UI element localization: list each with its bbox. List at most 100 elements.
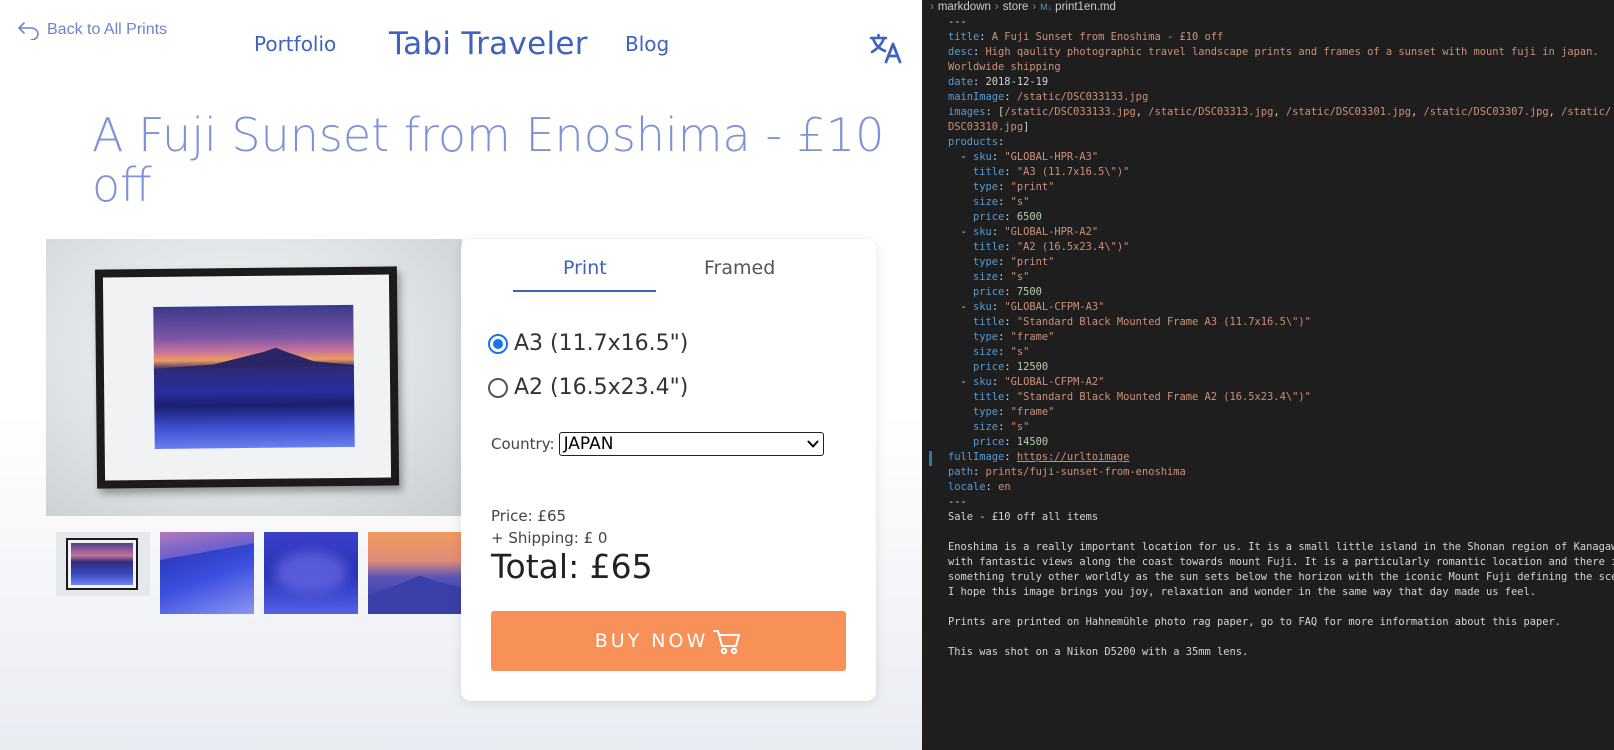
country-select[interactable]: JAPAN: [558, 432, 824, 456]
code-line[interactable]: mainImage: /static/DSC033133.jpg: [948, 90, 1610, 105]
code-line[interactable]: - sku: "GLOBAL-CFPM-A3": [948, 300, 1610, 315]
code-line[interactable]: I hope this image brings you joy, relaxa…: [948, 585, 1610, 600]
code-line[interactable]: [948, 600, 1610, 615]
code-token: "print": [1010, 256, 1055, 268]
code-line[interactable]: - sku: "GLOBAL-HPR-A2": [948, 225, 1610, 240]
code-token: 7500: [1016, 286, 1042, 298]
country-value: JAPAN: [563, 434, 614, 454]
thumbnail-1[interactable]: [56, 532, 150, 596]
code-editor[interactable]: › markdown › store › M↓ print1en.md --- t…: [922, 0, 1614, 750]
code-line[interactable]: size: "s": [948, 195, 1610, 210]
code-line[interactable]: size: "s": [948, 345, 1610, 360]
code-line[interactable]: title: "Standard Black Mounted Frame A2 …: [948, 390, 1610, 405]
thumbnail-2[interactable]: [160, 532, 254, 614]
code-token: fullImage: [948, 451, 1005, 463]
code-line[interactable]: desc: High qaulity photographic travel l…: [948, 45, 1610, 60]
code-token: "s": [1010, 421, 1030, 433]
code-line[interactable]: Worldwide shipping: [948, 60, 1610, 75]
size-option-a2[interactable]: A2 (16.5x23.4"): [488, 375, 688, 400]
code-line[interactable]: with fantastic views along the coast tow…: [948, 555, 1614, 570]
code-line[interactable]: locale: en: [948, 480, 1610, 495]
main-product-photo[interactable]: [46, 239, 462, 516]
radio-a3[interactable]: [488, 333, 508, 354]
breadcrumb-folder-markdown[interactable]: markdown: [938, 1, 991, 13]
code-line[interactable]: Prints are printed on Hahnemühle photo r…: [948, 615, 1610, 630]
code-line[interactable]: price: 7500: [948, 285, 1610, 300]
code-token: "GLOBAL-CFPM-A2": [1004, 376, 1105, 388]
code-token: locale: [948, 481, 986, 493]
code-line[interactable]: - sku: "GLOBAL-HPR-A3": [948, 150, 1610, 165]
code-token: :: [973, 46, 986, 58]
tab-print[interactable]: Print: [563, 257, 607, 279]
code-line[interactable]: [948, 630, 1610, 645]
translate-icon[interactable]: [868, 30, 904, 66]
code-token: type: [973, 331, 999, 343]
breadcrumb-file[interactable]: print1en.md: [1055, 1, 1116, 13]
size-option-a3[interactable]: A3 (11.7x16.5"): [488, 331, 688, 356]
code-token: :: [991, 301, 1005, 313]
back-to-prints-link[interactable]: Back to All Prints: [16, 20, 167, 40]
code-line[interactable]: title: "A3 (11.7x16.5\")": [948, 165, 1610, 180]
code-token: size: [973, 421, 999, 433]
code-token: /static/DSC03313.jpg: [1148, 106, 1274, 118]
code-line[interactable]: size: "s": [948, 420, 1610, 435]
code-line[interactable]: fullImage: https://urltoimage: [948, 450, 1610, 465]
code-line[interactable]: products:: [948, 135, 1610, 150]
code-token: prints/fuji-sunset-from-enoshima: [985, 466, 1186, 478]
code-line[interactable]: Sale - £10 off all items: [948, 510, 1610, 525]
nav-portfolio-link[interactable]: Portfolio: [254, 32, 336, 56]
code-token: :: [1004, 91, 1017, 103]
code-line[interactable]: something truly other worldly as the sun…: [948, 570, 1614, 585]
radio-a2[interactable]: [488, 377, 508, 398]
size-label-a3: A3 (11.7x16.5"): [514, 331, 689, 356]
code-token: price: [973, 286, 1005, 298]
code-line[interactable]: price: 14500: [948, 435, 1610, 450]
code-line[interactable]: DSC03310.jpg]: [948, 120, 1610, 135]
frame-outer: [94, 266, 400, 489]
buy-now-button[interactable]: BUY NOW: [491, 611, 846, 671]
code-line[interactable]: title: "Standard Black Mounted Frame A3 …: [948, 315, 1610, 330]
code-token: title: [948, 31, 980, 43]
code-line[interactable]: title: A Fuji Sunset from Enoshima - £10…: [948, 30, 1610, 45]
code-token: type: [973, 406, 999, 418]
price-text: Price: £65: [491, 507, 567, 525]
code-line[interactable]: type: "print": [948, 255, 1610, 270]
site-title-link[interactable]: Tabi Traveler: [389, 26, 588, 62]
code-line[interactable]: path: prints/fuji-sunset-from-enoshima: [948, 465, 1610, 480]
code-line[interactable]: size: "s": [948, 270, 1610, 285]
code-line[interactable]: images: [/static/DSC033133.jpg, /static/…: [948, 105, 1611, 120]
code-token: "Standard Black Mounted Frame A3 (11.7x1…: [1016, 316, 1311, 328]
code-token: "GLOBAL-HPR-A3": [1004, 151, 1099, 163]
code-token: sku: [973, 301, 992, 313]
code-line[interactable]: type: "print": [948, 180, 1610, 195]
code-token: "s": [1010, 196, 1030, 208]
code-token: :: [1004, 211, 1017, 223]
code-line[interactable]: title: "A2 (16.5x23.4\")": [948, 240, 1610, 255]
code-line[interactable]: ---: [948, 495, 1610, 510]
code-line[interactable]: type: "frame": [948, 330, 1610, 345]
code-line[interactable]: ---: [948, 15, 1610, 30]
thumbnail-4[interactable]: [368, 532, 462, 614]
code-line[interactable]: price: 12500: [948, 360, 1610, 375]
code-line[interactable]: - sku: "GLOBAL-CFPM-A2": [948, 375, 1610, 390]
code-token: -: [948, 226, 974, 238]
code-line[interactable]: type: "frame": [948, 405, 1610, 420]
code-line[interactable]: price: 6500: [948, 210, 1610, 225]
code-token: :: [1004, 166, 1017, 178]
breadcrumb-folder-store[interactable]: store: [1003, 1, 1029, 13]
code-token: "A2 (16.5x23.4\")": [1016, 241, 1130, 253]
tab-framed[interactable]: Framed: [704, 257, 775, 279]
code-token: "frame": [1010, 406, 1055, 418]
code-token: /static/DSC03307.jpg: [1423, 106, 1549, 118]
nav-blog-link[interactable]: Blog: [625, 32, 669, 56]
code-token: /static/DSC033133.jpg: [1016, 91, 1149, 103]
code-line[interactable]: [948, 525, 1610, 540]
code-token: :: [1004, 391, 1017, 403]
code-lines[interactable]: --- title: A Fuji Sunset from Enoshima - …: [948, 15, 1614, 660]
code-token: "Standard Black Mounted Frame A2 (16.5x2…: [1016, 391, 1311, 403]
code-line[interactable]: This was shot on a Nikon D5200 with a 35…: [948, 645, 1610, 660]
code-line[interactable]: Enoshima is a really important location …: [948, 540, 1614, 555]
code-token: -: [948, 151, 974, 163]
code-line[interactable]: date: 2018-12-19: [948, 75, 1610, 90]
thumbnail-3[interactable]: [264, 532, 358, 614]
